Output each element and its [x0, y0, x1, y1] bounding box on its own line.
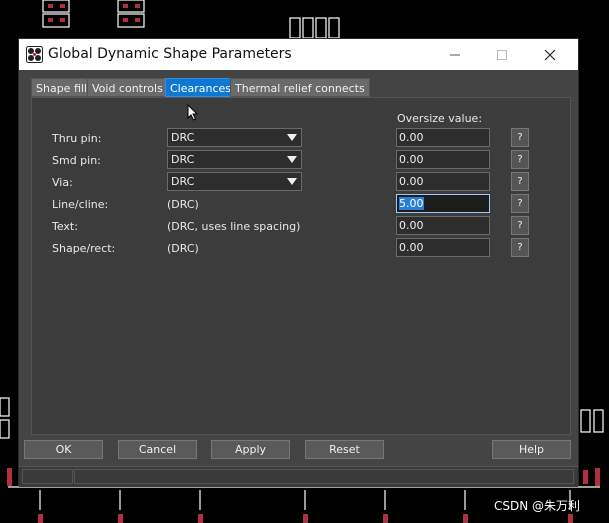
smd-pin-oversize-value: 0.00: [399, 153, 424, 166]
thru-pin-help-button[interactable]: ?: [511, 128, 529, 147]
thru-pin-mode-value: DRC: [171, 131, 195, 144]
tab-shape-fill[interactable]: Shape fill: [31, 78, 92, 97]
dropdown-arrow-icon: [287, 134, 297, 141]
via-help-button[interactable]: ?: [511, 172, 529, 191]
window-title: Global Dynamic Shape Parameters: [48, 46, 292, 62]
line-cline-label: Line/cline:: [52, 198, 109, 211]
line-cline-help-button[interactable]: ?: [511, 194, 529, 213]
clearances-panel: Oversize value: Thru pin: DRC 0.00 ? Smd…: [31, 97, 571, 435]
via-mode-value: DRC: [171, 175, 195, 188]
line-cline-oversize-input[interactable]: 5.00: [396, 194, 490, 213]
smd-pin-label: Smd pin:: [52, 154, 101, 167]
title-bar[interactable]: Global Dynamic Shape Parameters: [19, 39, 578, 70]
via-label: Via:: [52, 176, 73, 189]
via-oversize-value: 0.00: [399, 175, 424, 188]
text-oversize-input[interactable]: 0.00: [396, 216, 490, 235]
cancel-button[interactable]: Cancel: [118, 440, 197, 459]
text-label: Text:: [52, 220, 78, 233]
close-button[interactable]: [527, 39, 573, 70]
global-dynamic-shape-parameters-dialog: Global Dynamic Shape Parameters Shape fi…: [18, 38, 579, 487]
help-button[interactable]: Help: [492, 440, 571, 459]
shape-rect-label: Shape/rect:: [52, 242, 116, 255]
dropdown-arrow-icon: [287, 178, 297, 185]
tab-void-controls[interactable]: Void controls: [87, 78, 168, 97]
maximize-icon: [497, 49, 507, 60]
close-icon: [544, 49, 556, 60]
shape-rect-help-button[interactable]: ?: [511, 238, 529, 257]
text-help-button[interactable]: ?: [511, 216, 529, 235]
tab-clearances[interactable]: Clearances: [165, 78, 237, 97]
tab-thermal-relief-connects[interactable]: Thermal relief connects: [230, 78, 370, 97]
thru-pin-oversize-input[interactable]: 0.00: [396, 128, 490, 147]
smd-pin-mode-value: DRC: [171, 153, 195, 166]
smd-pin-help-button[interactable]: ?: [511, 150, 529, 169]
via-oversize-input[interactable]: 0.00: [396, 172, 490, 191]
apply-button[interactable]: Apply: [211, 440, 290, 459]
shape-rect-oversize-value: 0.00: [399, 241, 424, 254]
thru-pin-mode-select[interactable]: DRC: [167, 128, 302, 147]
status-cell: [22, 469, 73, 484]
shape-rect-mode-text: (DRC): [167, 242, 199, 255]
oversize-value-header: Oversize value:: [397, 112, 483, 125]
line-cline-mode-text: (DRC): [167, 198, 199, 211]
maximize-button[interactable]: [479, 39, 525, 70]
ok-button[interactable]: OK: [24, 440, 103, 459]
minimize-icon: [450, 54, 460, 55]
status-cell: [74, 469, 574, 484]
status-bar: [19, 466, 578, 487]
shape-rect-oversize-input[interactable]: 0.00: [396, 238, 490, 257]
smd-pin-oversize-input[interactable]: 0.00: [396, 150, 490, 169]
reset-button[interactable]: Reset: [305, 440, 384, 459]
line-cline-oversize-value: 5.00: [399, 197, 424, 210]
text-oversize-value: 0.00: [399, 219, 424, 232]
watermark-text: CSDN @朱万利: [494, 499, 581, 513]
thru-pin-label: Thru pin:: [52, 132, 102, 145]
via-mode-select[interactable]: DRC: [167, 172, 302, 191]
thru-pin-oversize-value: 0.00: [399, 131, 424, 144]
minimize-button[interactable]: [432, 39, 478, 70]
text-mode-text: (DRC, uses line spacing): [167, 220, 301, 233]
smd-pin-mode-select[interactable]: DRC: [167, 150, 302, 169]
dropdown-arrow-icon: [287, 156, 297, 163]
mouse-cursor-icon: [187, 104, 199, 121]
app-icon: [26, 46, 43, 63]
